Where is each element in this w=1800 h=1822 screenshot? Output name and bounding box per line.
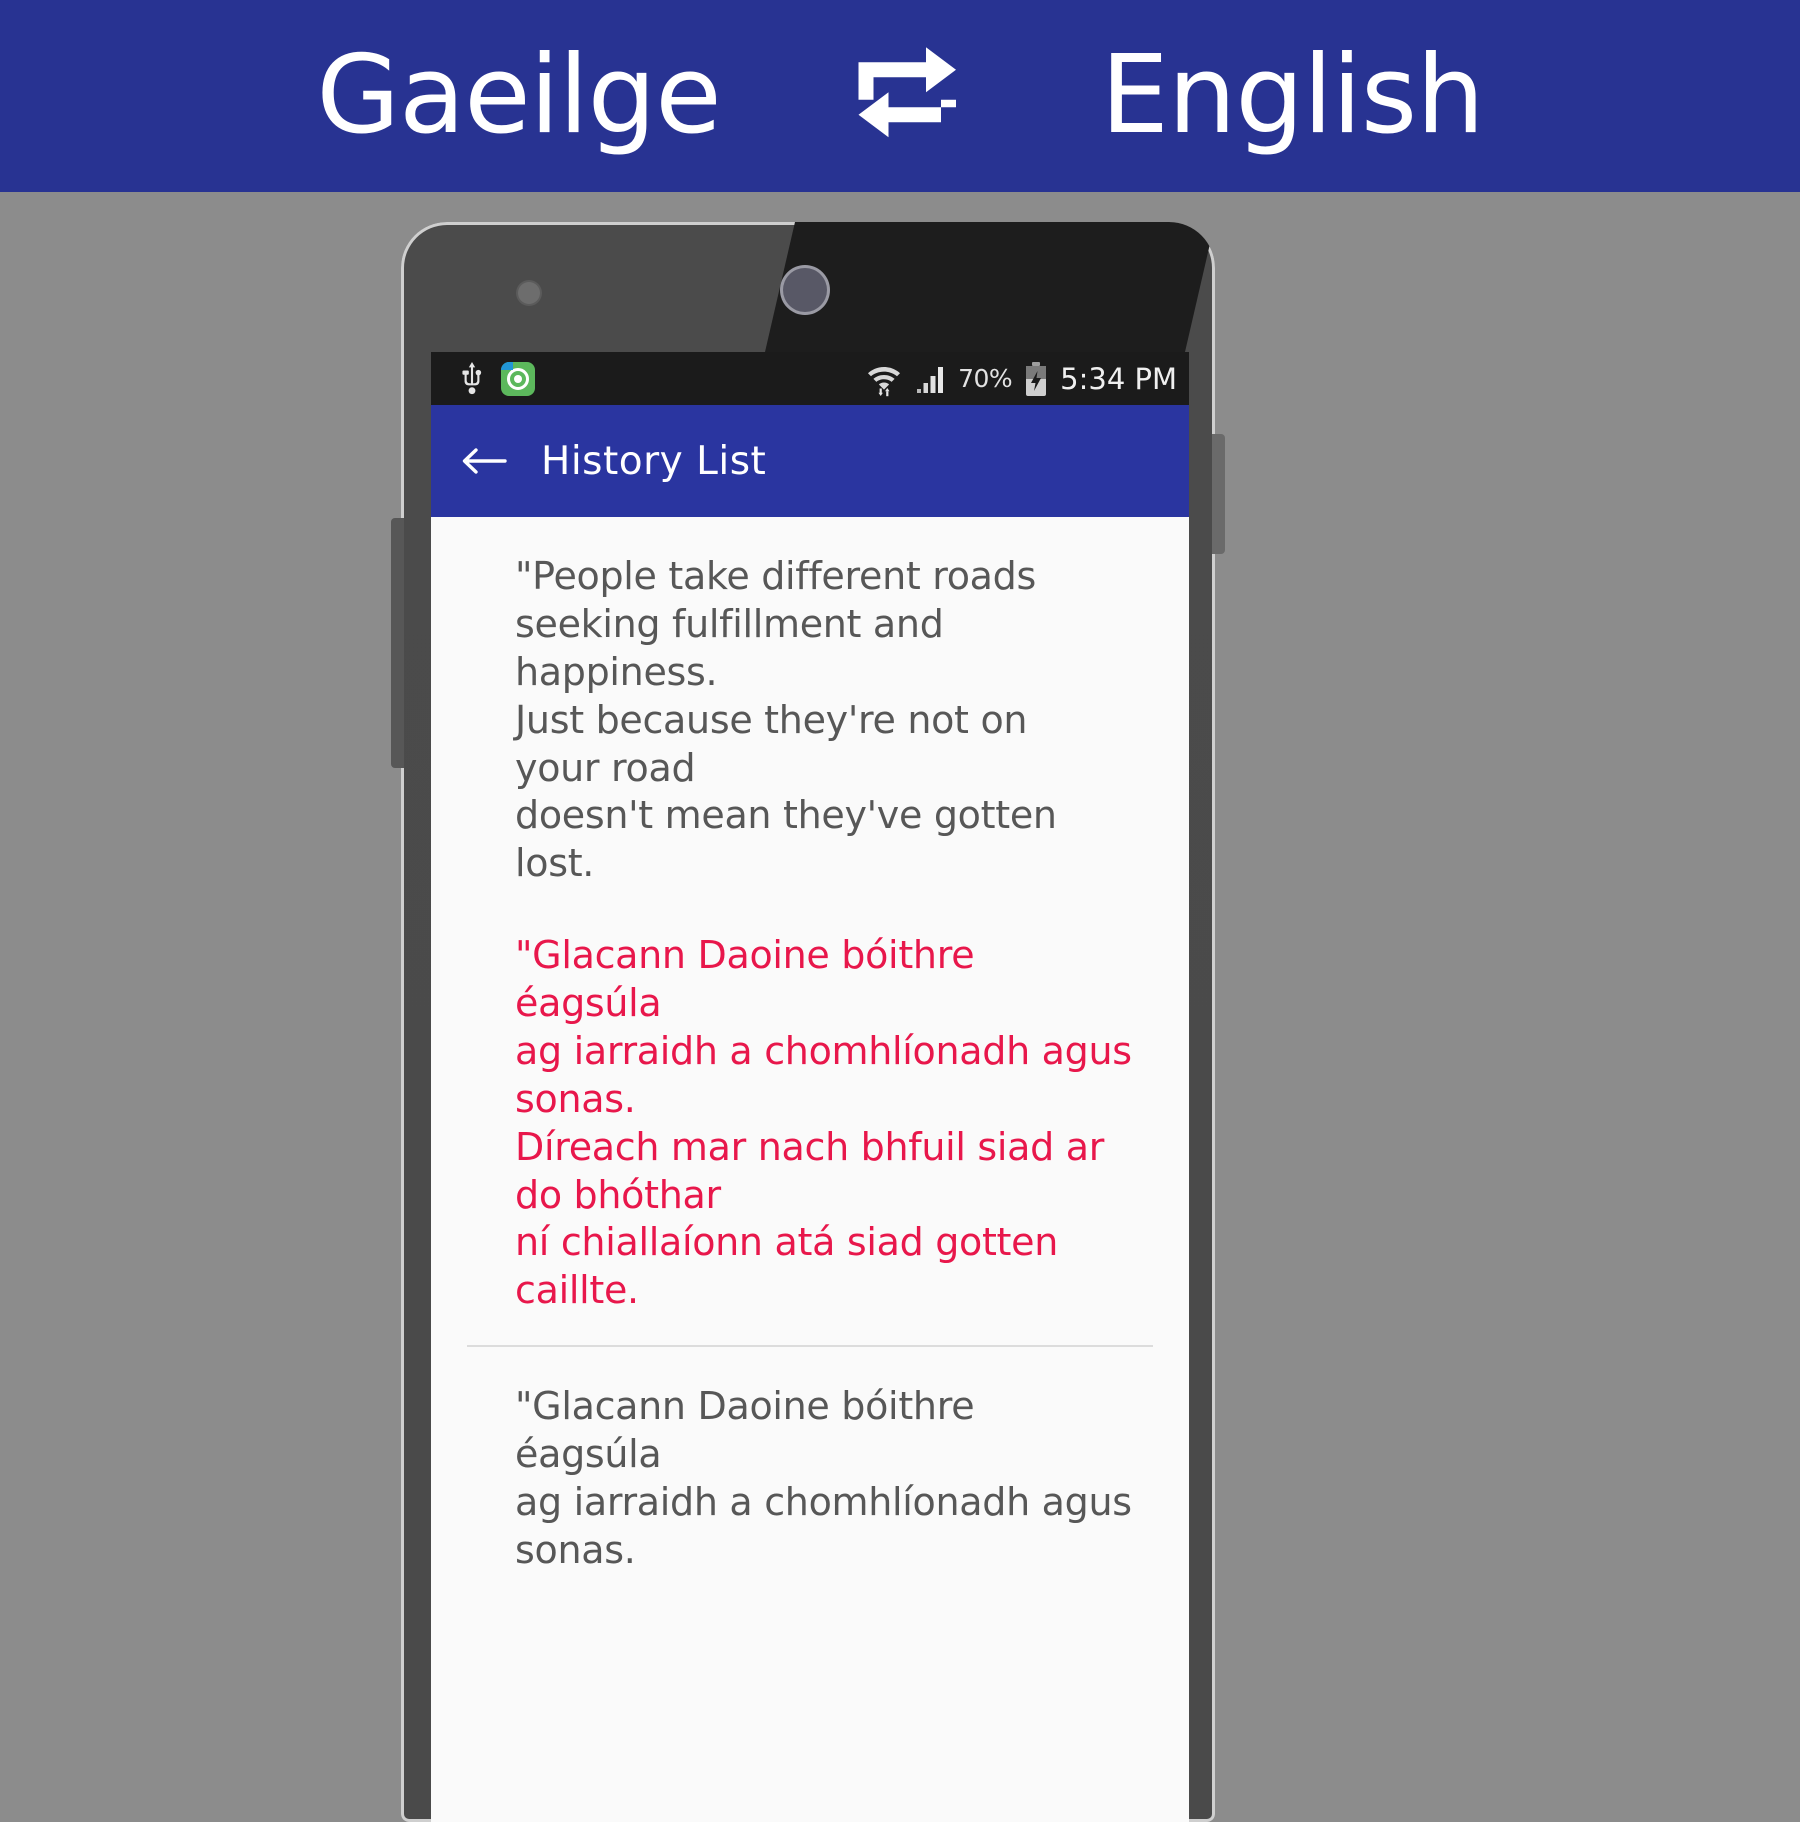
- status-bar-left-icons: [459, 361, 535, 396]
- quote-english: "Glacann Daoine bóithre éagsúla ag iarra…: [515, 1384, 1132, 1572]
- list-item[interactable]: "People take different roads seeking ful…: [431, 517, 1189, 1345]
- quote-english: "People take different roads seeking ful…: [515, 554, 1057, 886]
- app-badge-corner: [501, 361, 513, 370]
- target-language-label: English: [1100, 33, 1485, 158]
- battery-charging-icon: [1026, 361, 1047, 396]
- phone-device: 70% 5:34 PM History List "People take di…: [391, 222, 1225, 1822]
- status-bar-right-icons: 70% 5:34 PM: [866, 361, 1177, 397]
- source-language-label: Gaeilge: [316, 33, 721, 158]
- page-title: History List: [541, 438, 767, 484]
- promo-banner: Gaeilge English: [0, 0, 1800, 192]
- status-bar: 70% 5:34 PM: [431, 352, 1189, 405]
- signal-icon: [917, 366, 944, 393]
- power-button[interactable]: [1212, 434, 1225, 554]
- volume-button[interactable]: [391, 518, 404, 768]
- front-camera-icon: [518, 282, 540, 304]
- quote-irish: "Glacann Daoine bóithre éagsúla ag iarra…: [515, 933, 1132, 1313]
- wifi-icon: [868, 366, 901, 396]
- list-item[interactable]: "Glacann Daoine bóithre éagsúla ag iarra…: [431, 1347, 1189, 1605]
- phone-screen: 70% 5:34 PM History List "People take di…: [431, 352, 1189, 1822]
- back-arrow-icon[interactable]: [461, 444, 507, 478]
- battery-percent-label: 70%: [958, 364, 1013, 393]
- history-list: "People take different roads seeking ful…: [431, 517, 1189, 1605]
- app-notification-icon: [501, 361, 535, 396]
- app-bar: History List: [431, 405, 1189, 517]
- speaker-sensor-icon: [783, 268, 827, 312]
- repeat-swap-icon: [858, 47, 956, 138]
- usb-icon: [462, 361, 482, 394]
- status-bar-clock: 5:34 PM: [1060, 361, 1177, 396]
